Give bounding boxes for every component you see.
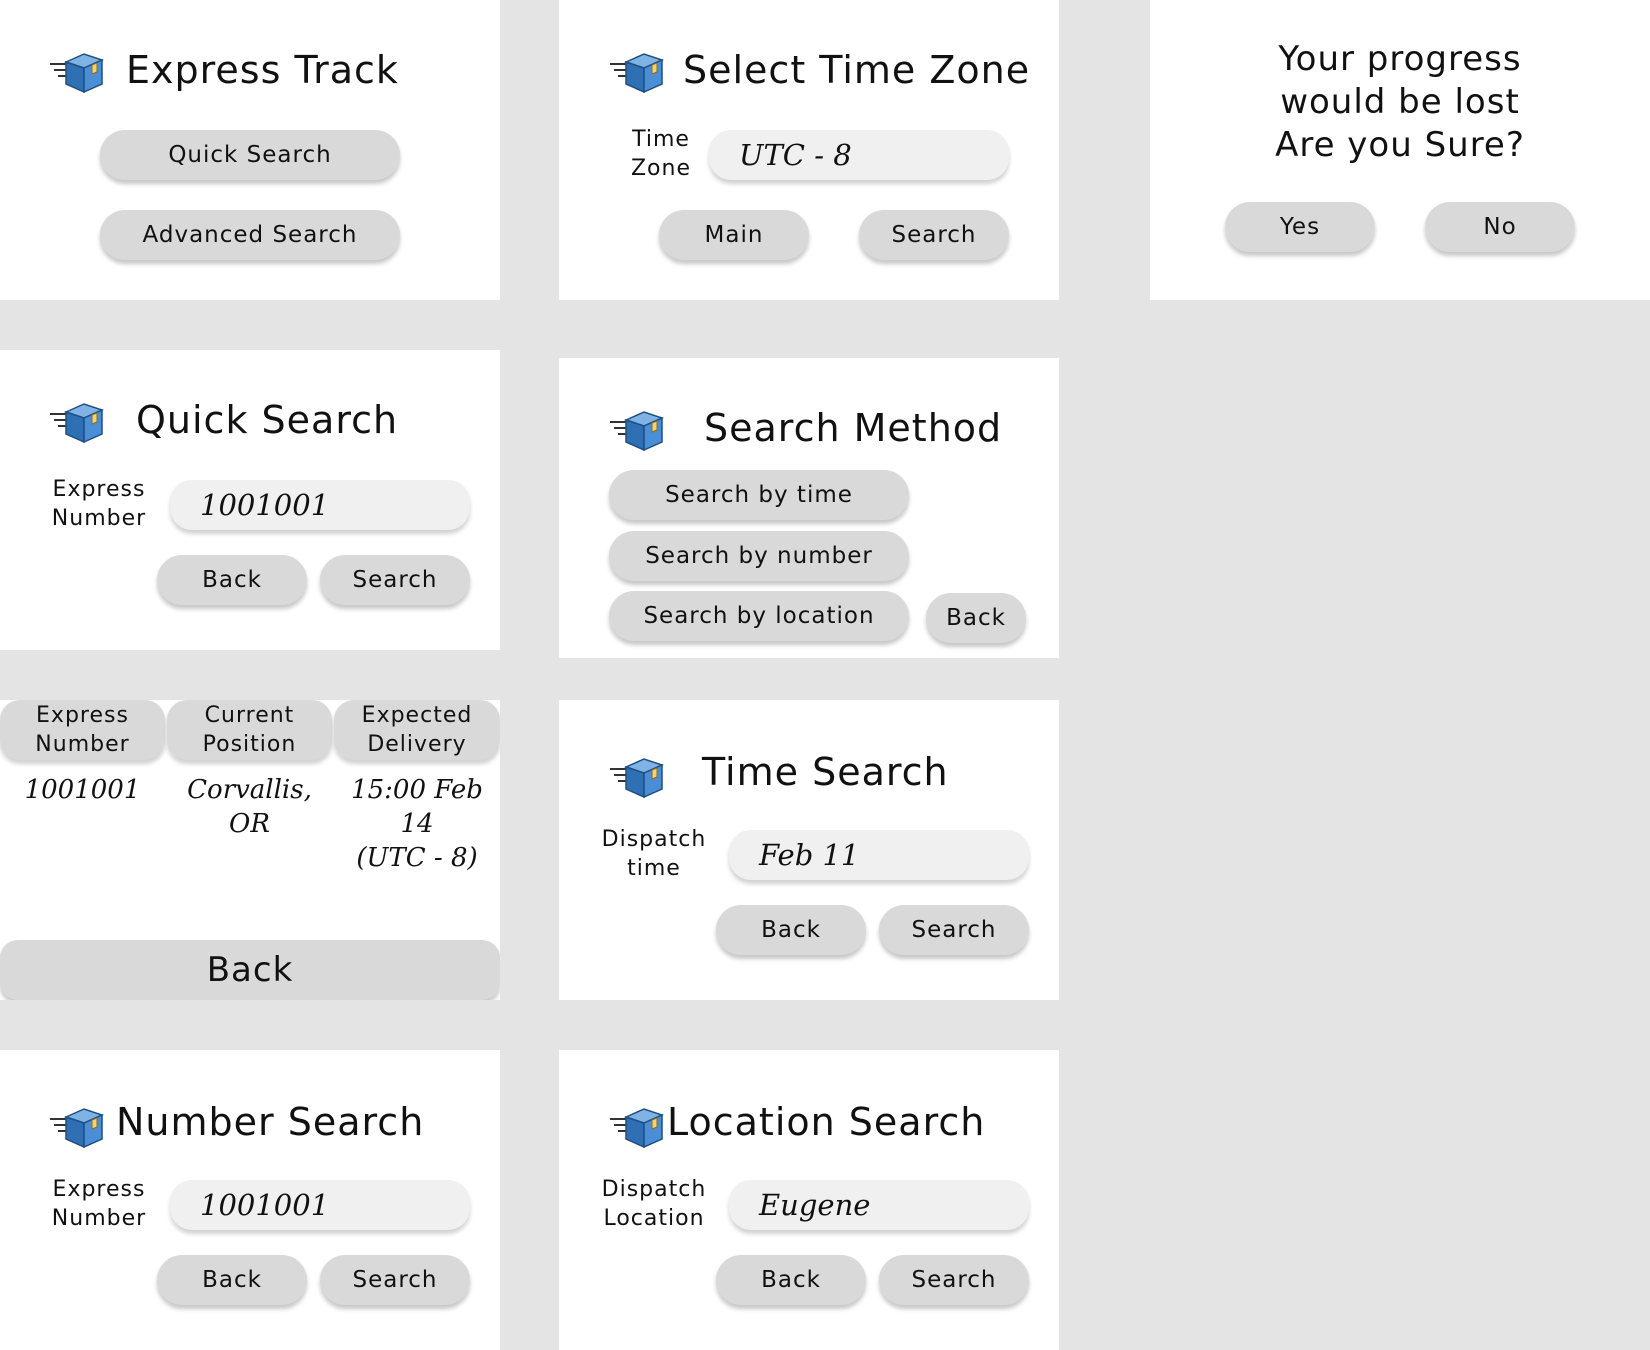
quick-search-panel: Quick Search Express Number 1001001 Back…: [0, 350, 500, 650]
package-box-icon: [608, 755, 664, 799]
search-button[interactable]: Search: [320, 1255, 470, 1305]
time-zone-label: Time Zone: [630, 127, 691, 181]
dispatch-location-label: Dispatch Location: [601, 1177, 707, 1231]
no-button[interactable]: No: [1425, 202, 1575, 252]
back-button[interactable]: Back: [716, 905, 866, 955]
column-header-express-number: Express Number: [0, 700, 165, 760]
express-number-label: Express Number: [51, 1177, 147, 1231]
page-title: Location Search: [667, 1100, 986, 1144]
page-title: Express Track: [126, 48, 399, 92]
time-search-panel: Time Search Dispatch time Feb 11 Back Se…: [559, 700, 1059, 1000]
cell-express-number: 1001001: [24, 775, 141, 805]
confirm-dialog: Your progress would be lost Are you Sure…: [1150, 0, 1650, 300]
time-zone-panel: Select Time Zone Time Zone UTC - 8 Main …: [559, 0, 1059, 300]
back-button[interactable]: Back: [157, 555, 307, 605]
search-button[interactable]: Search: [320, 555, 470, 605]
quick-search-button[interactable]: Quick Search: [100, 130, 400, 180]
yes-button[interactable]: Yes: [1225, 202, 1375, 252]
number-search-panel: Number Search Express Number 1001001 Bac…: [0, 1050, 500, 1350]
search-button[interactable]: Search: [879, 905, 1029, 955]
back-button[interactable]: Back: [926, 593, 1026, 643]
package-box-icon: [48, 50, 104, 94]
dispatch-time-field[interactable]: Feb 11: [729, 830, 1029, 880]
search-by-number-button[interactable]: Search by number: [609, 531, 909, 581]
results-panel: Express Number Current Position Expected…: [0, 700, 500, 1000]
column-header-current-position: Current Position: [167, 700, 332, 760]
search-button[interactable]: Search: [859, 210, 1009, 260]
cell-current-position: Corvallis, OR: [187, 775, 312, 839]
time-zone-field[interactable]: UTC - 8: [709, 130, 1009, 180]
back-button[interactable]: Back: [157, 1255, 307, 1305]
package-box-icon: [608, 50, 664, 94]
cell-expected-delivery: 15:00 Feb 14 (UTC - 8): [351, 775, 483, 873]
column-header-expected-delivery: Expected Delivery: [334, 700, 500, 760]
package-box-icon: [608, 408, 664, 452]
advanced-search-button[interactable]: Advanced Search: [100, 210, 400, 260]
package-box-icon: [48, 400, 104, 444]
confirm-message: Your progress would be lost Are you Sure…: [1275, 39, 1525, 165]
search-by-location-button[interactable]: Search by location: [609, 591, 909, 641]
search-method-panel: Search Method Search by time Search by n…: [559, 358, 1059, 658]
location-search-panel: Location Search Dispatch Location Eugene…: [559, 1050, 1059, 1350]
express-track-panel: Express Track Quick Search Advanced Sear…: [0, 0, 500, 300]
search-by-time-button[interactable]: Search by time: [609, 470, 909, 520]
page-title: Number Search: [116, 1100, 425, 1144]
search-button[interactable]: Search: [879, 1255, 1029, 1305]
package-box-icon: [608, 1105, 664, 1149]
dispatch-location-field[interactable]: Eugene: [729, 1180, 1029, 1230]
dispatch-time-label: Dispatch time: [601, 827, 707, 881]
express-number-label: Express Number: [51, 477, 147, 531]
page-title: Search Method: [704, 406, 1003, 450]
express-number-field[interactable]: 1001001: [170, 1180, 470, 1230]
page-title: Select Time Zone: [683, 48, 1031, 92]
page-title: Time Search: [702, 750, 949, 794]
package-box-icon: [48, 1105, 104, 1149]
back-button[interactable]: Back: [716, 1255, 866, 1305]
main-button[interactable]: Main: [659, 210, 809, 260]
back-button[interactable]: Back: [0, 940, 500, 1000]
express-number-field[interactable]: 1001001: [170, 480, 470, 530]
page-title: Quick Search: [136, 398, 399, 442]
